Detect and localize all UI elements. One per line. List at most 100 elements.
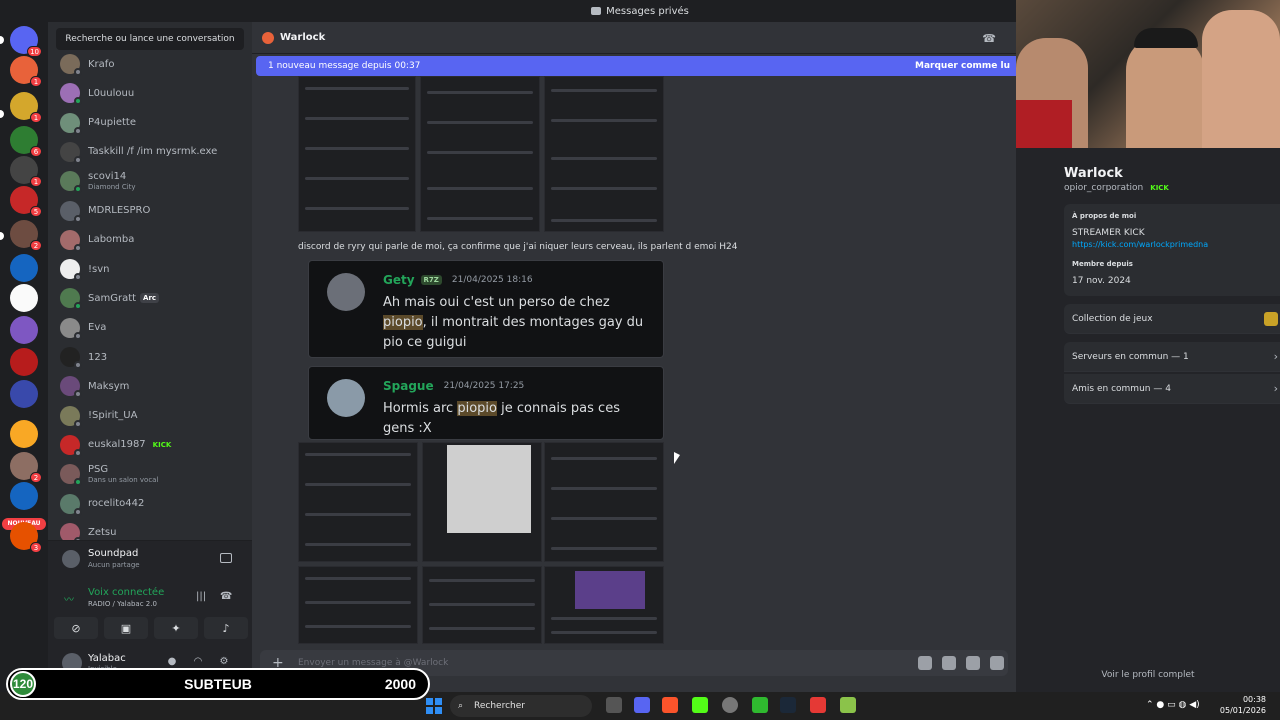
server-icon[interactable]: 5 (10, 186, 42, 217)
noise-suppression-icon[interactable]: ||| (196, 591, 206, 602)
dm-list-item[interactable]: scovi14 Diamond City (56, 167, 244, 195)
steam-taskbar-icon[interactable] (780, 697, 796, 713)
avatar (60, 171, 82, 194)
server-icon[interactable] (10, 348, 38, 376)
unread-badge: 1 (30, 112, 42, 123)
dm-list-item[interactable]: !Spirit_UA (56, 402, 244, 430)
kick-taskbar-icon[interactable] (692, 697, 708, 713)
status-indicator (74, 448, 82, 457)
dm-list-item[interactable]: 123 (56, 343, 244, 371)
attachment-image[interactable] (544, 76, 664, 232)
dm-list-item[interactable]: Maksym (56, 372, 244, 400)
activities-icon: ✦ (171, 621, 181, 635)
server-icon[interactable] (10, 380, 38, 408)
clock-time: 00:38 (1242, 695, 1266, 704)
dm-name-line: !svn (88, 264, 109, 275)
dm-list-item[interactable]: euskal1987 KICK (56, 431, 244, 459)
attachment-image[interactable] (422, 442, 542, 562)
dm-text: Taskkill /f /im mysrmk.exe (88, 146, 217, 157)
dm-list-item[interactable]: SamGratt Arc (56, 284, 244, 312)
attachment-image[interactable] (298, 566, 418, 644)
server-icon[interactable] (10, 316, 38, 344)
server-icon[interactable]: 10 (10, 26, 42, 57)
attachment-image[interactable] (544, 566, 664, 644)
profile-name: Warlock (1064, 166, 1123, 181)
attachment-image[interactable] (422, 566, 542, 644)
voice-channel-name[interactable]: RADIO / Yalabac 2.0 (88, 600, 157, 608)
dm-text: !svn (88, 264, 109, 275)
new-messages-banner[interactable]: 1 nouveau message depuis 00:37 Marquer c… (256, 56, 1016, 76)
discord-taskbar-icon[interactable] (634, 697, 650, 713)
gift-icon[interactable] (918, 656, 932, 670)
attachment-image[interactable] (544, 442, 664, 562)
soundboard-button[interactable]: ♪ (204, 617, 248, 639)
attachment-image[interactable] (298, 76, 416, 232)
unread-badge: 1 (30, 76, 42, 87)
dm-list-item[interactable]: PSG Dans un salon vocal (56, 460, 244, 488)
app-taskbar-icon[interactable] (752, 697, 768, 713)
view-full-profile-link[interactable]: Voir le profil complet (1016, 670, 1280, 680)
headphones-icon[interactable]: ◠ (192, 656, 204, 668)
dm-list-item[interactable]: Eva (56, 314, 244, 342)
mutual-friends-row[interactable]: Amis en commun — 4 › (1064, 374, 1280, 404)
task-view-icon[interactable] (606, 697, 622, 713)
games-collection-row[interactable]: Collection de jeux (1064, 304, 1280, 334)
taskbar-clock[interactable]: 00:38 05/01/2026 (1220, 694, 1266, 716)
activities-button[interactable]: ✦ (154, 617, 198, 639)
dm-activity: Dans un salon vocal (88, 476, 159, 485)
sticker-icon[interactable] (966, 656, 980, 670)
about-section: À propos de moi STREAMER KICK https://ki… (1064, 204, 1280, 296)
microphone-icon[interactable]: ● (166, 656, 178, 668)
server-icon[interactable]: 3 (10, 522, 42, 553)
windows-start-icon[interactable] (426, 698, 442, 714)
taskbar-search[interactable]: ⌕ Rechercher (450, 695, 592, 717)
dm-list-item[interactable]: Krafo (56, 50, 244, 78)
sub-goal-overlay: 120 SUBTEUB 2000 (6, 668, 430, 700)
screen-share-icon[interactable] (220, 553, 232, 563)
status-indicator (74, 155, 82, 164)
obs-taskbar-icon[interactable] (722, 697, 738, 713)
server-icon[interactable]: 6 (10, 126, 42, 157)
server-icon[interactable]: 1 (10, 92, 42, 123)
gif-icon[interactable] (942, 656, 956, 670)
mutual-servers-row[interactable]: Serveurs en commun — 1 › (1064, 342, 1280, 372)
app-taskbar-icon[interactable] (840, 697, 856, 713)
dm-name-line: L0uulouu (88, 88, 134, 99)
dm-list-item[interactable]: MDRLESPRO (56, 197, 244, 225)
server-icon[interactable] (10, 254, 38, 282)
user-name[interactable]: Yalabac (88, 653, 126, 664)
server-icon[interactable]: 2 (10, 452, 42, 483)
attachment-image[interactable] (420, 76, 540, 232)
dm-list-item[interactable]: Labomba (56, 226, 244, 254)
status-indicator (74, 331, 82, 340)
chevron-right-icon: › (1273, 382, 1278, 395)
server-icon[interactable]: 1 (10, 56, 42, 87)
disconnect-icon[interactable]: ☎ (220, 591, 232, 602)
dm-username: Krafo (88, 58, 115, 70)
dm-list-item[interactable]: !svn (56, 255, 244, 283)
about-link[interactable]: https://kick.com/warlockprimedna (1072, 240, 1208, 249)
video-taskbar-icon[interactable] (810, 697, 826, 713)
server-icon[interactable] (10, 420, 38, 448)
emoji-icon[interactable] (990, 656, 1004, 670)
dm-search-button[interactable]: Recherche ou lance une conversation (56, 28, 244, 50)
settings-gear-icon[interactable]: ⚙ (218, 656, 230, 668)
server-icon[interactable]: 1 (10, 156, 42, 187)
quoted-message-card[interactable]: Spague 21/04/2025 17:25 Hormis arc piopi… (308, 366, 664, 440)
dm-list-item[interactable]: Taskkill /f /im mysrmk.exe (56, 138, 244, 166)
quoted-message-card[interactable]: Gety R7Z 21/04/2025 18:16 Ah mais oui c'… (308, 260, 664, 358)
camera-off-button[interactable]: ⊘ (54, 617, 98, 639)
server-icon[interactable] (10, 284, 38, 312)
dm-list-item[interactable]: rocelito442 (56, 490, 244, 518)
unread-badge: 1 (30, 176, 42, 187)
attachment-image[interactable] (298, 442, 418, 562)
server-icon[interactable]: 2 (10, 220, 42, 251)
mark-as-read-button[interactable]: Marquer comme lu (915, 56, 1010, 76)
brave-taskbar-icon[interactable] (662, 697, 678, 713)
share-screen-button[interactable]: ▣ (104, 617, 148, 639)
server-icon[interactable] (10, 482, 38, 510)
dm-list-item[interactable]: P4upiette (56, 109, 244, 137)
tray-icons[interactable]: ⌃ ● ▭ ◍ ◀) (1146, 700, 1200, 710)
call-icon[interactable]: ☎ (982, 32, 996, 45)
dm-list-item[interactable]: L0uulouu (56, 79, 244, 107)
